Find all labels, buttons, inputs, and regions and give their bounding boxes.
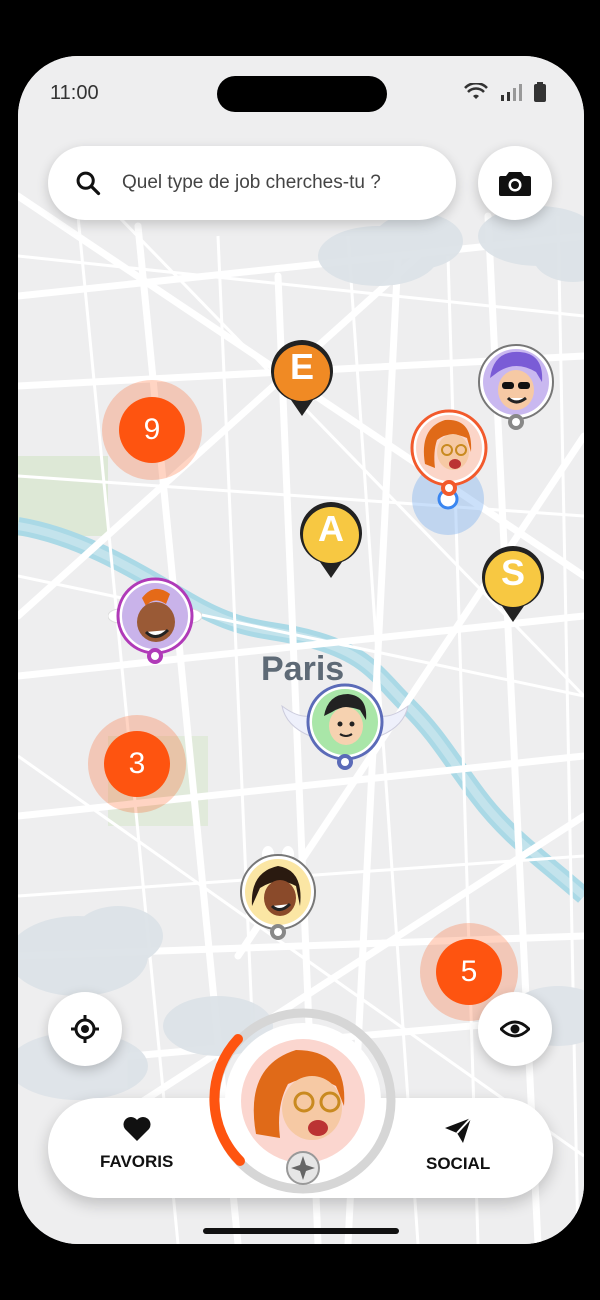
profile-avatar-button[interactable] [208,1006,398,1196]
user-avatar-pin[interactable] [409,408,489,498]
pin-letter: E [289,346,314,387]
job-pin-a[interactable]: A [298,502,364,582]
search-input[interactable] [120,171,444,195]
pin-letter: S [500,552,525,593]
cluster-count: 9 [119,397,185,463]
wifi-icon [464,83,488,99]
heart-icon [123,1117,151,1141]
dynamic-island [217,76,387,112]
camera-icon [499,172,531,196]
cluster-count: 5 [436,939,502,1005]
user-avatar-pin[interactable] [280,676,410,776]
nav-favorites[interactable]: FAVORIS [100,1116,173,1172]
search-bar[interactable] [48,146,456,220]
user-avatar-pin[interactable] [238,846,318,942]
eye-icon [500,1020,530,1038]
status-time: 11:00 [50,82,99,104]
locate-icon [71,1015,99,1043]
status-icons [464,82,546,102]
pin-letter: A [318,508,344,549]
user-avatar-pin[interactable] [108,576,202,670]
cluster-count: 3 [104,731,170,797]
home-indicator [203,1228,399,1234]
nav-social-label: SOCIAL [426,1154,491,1173]
search-icon [76,171,101,196]
nav-social[interactable]: SOCIAL [426,1116,490,1174]
send-icon [445,1117,472,1143]
camera-button[interactable] [478,146,552,220]
locate-button[interactable] [48,992,122,1066]
job-pin-e[interactable]: E [269,340,335,420]
job-cluster[interactable]: 3 [88,715,186,813]
job-cluster[interactable]: 9 [102,380,202,480]
visibility-button[interactable] [478,992,552,1066]
phone-screen: 11:00 Paris 9 3 [18,56,584,1244]
nav-favorites-label: FAVORIS [100,1152,174,1171]
signal-icon [501,84,522,101]
battery-icon [534,82,546,102]
star-icon [286,1151,320,1185]
job-pin-s[interactable]: S [480,546,546,626]
